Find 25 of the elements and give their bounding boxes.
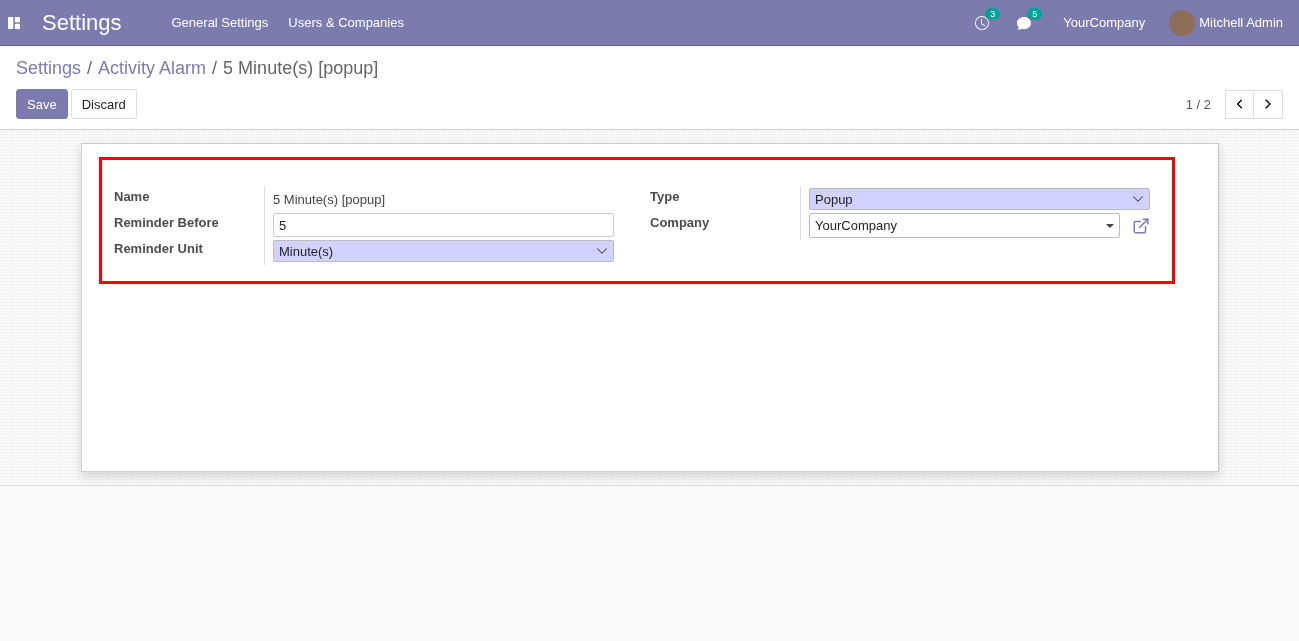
- message-count-badge: 5: [1027, 7, 1043, 20]
- breadcrumb: 5 Minute(s) [popup]: [223, 58, 379, 79]
- save-button[interactable]: Save: [16, 89, 68, 119]
- discard-button[interactable]: Discard: [70, 89, 137, 119]
- field-value: 5 Minute(s) [popup]: [273, 191, 385, 207]
- select-field[interactable]: YourCompany: [809, 213, 1120, 238]
- field-label: Name: [114, 188, 151, 206]
- breadcrumb-separator: /: [87, 58, 93, 79]
- user-menu[interactable]: Mitchell Admin: [1199, 15, 1291, 30]
- field-label: Reminder Before: [114, 214, 220, 232]
- activity-count-badge: 3: [985, 7, 1001, 20]
- input-field[interactable]: 5: [273, 213, 614, 237]
- select-field[interactable]: Popup: [809, 188, 1150, 210]
- breadcrumb-separator: /: [212, 58, 218, 79]
- company-switcher[interactable]: YourCompany: [1053, 15, 1156, 30]
- field-label: Type: [650, 188, 681, 206]
- breadcrumb[interactable]: Activity Alarm: [98, 58, 207, 79]
- field-label: Company: [650, 214, 711, 232]
- app-title: Settings: [42, 9, 122, 36]
- breadcrumb[interactable]: Settings: [16, 58, 82, 79]
- field-label: Reminder Unit: [114, 240, 204, 258]
- pager-counter: 1 / 2: [1185, 96, 1211, 112]
- menu-item[interactable]: General Settings: [161, 15, 279, 30]
- menu-item[interactable]: Users & Companies: [278, 15, 414, 30]
- select-field[interactable]: Minute(s): [273, 240, 614, 262]
